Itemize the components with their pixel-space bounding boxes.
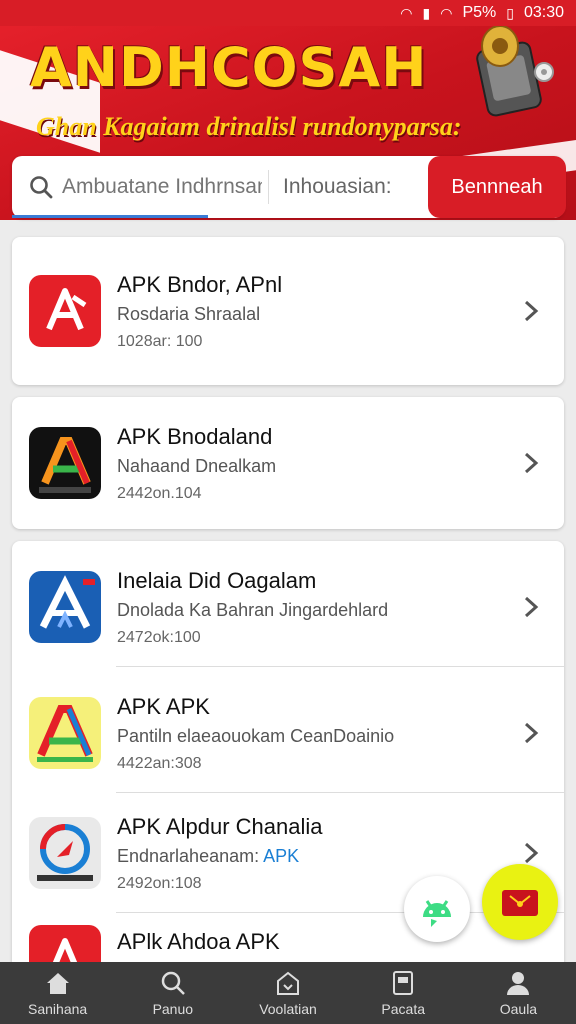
status-bar: ◠ ▮ ◠ P5% ▯ 03:30	[0, 0, 576, 26]
search-icon	[28, 174, 54, 200]
app-meta: 1028ar: 100	[117, 332, 203, 350]
app-description: Endnarlaheanam: APK	[117, 846, 522, 867]
chevron-right-icon	[524, 842, 539, 864]
app-list-item[interactable]: APK APK Pantiln elaeaouokam CeanDoainio …	[12, 673, 564, 793]
search-icon	[161, 971, 185, 995]
android-fab-button[interactable]	[404, 876, 470, 942]
search-underline	[12, 215, 208, 218]
nav-label: Panuo	[152, 1001, 194, 1017]
nav-item-profile[interactable]: Oaula	[461, 962, 576, 1024]
profile-icon	[507, 972, 530, 995]
app-card: APK Bnodaland Nahaand Dnealkam 2442on.10…	[12, 397, 564, 529]
signal-icon: ▮	[422, 4, 431, 21]
app-name: APK Alpdur Chanalia	[117, 813, 323, 839]
nav-label: Sanihana	[28, 1001, 88, 1017]
app-meta: 4422an:308	[117, 754, 202, 772]
search-button[interactable]: Bennneah	[428, 156, 566, 218]
android-icon	[423, 900, 451, 927]
search-filter[interactable]: Inhouasian:	[283, 175, 403, 199]
brand-subtitle: Ghan Kagaiam drinalisl rundonyparsa:	[36, 112, 462, 141]
app-description-text: Endnarlaheanam:	[117, 845, 264, 866]
app-list-item[interactable]: APK Bnodaland Nahaand Dnealkam 2442on.10…	[12, 403, 564, 523]
home-icon	[46, 973, 69, 994]
battery-icon: ▯	[506, 4, 514, 21]
mascot-icon	[476, 25, 554, 117]
app-name: Inelaia Did Oagalam	[117, 567, 317, 593]
battery-level: P5%	[462, 4, 497, 21]
app-list-item[interactable]: APK Bndor, APnl Rosdaria Shraalal 1028ar…	[12, 251, 564, 371]
compass-icon	[29, 817, 101, 889]
colorful-a-icon	[29, 427, 101, 499]
app-description: Nahaand Dnealkam	[117, 455, 277, 476]
app-meta: 2472ok:100	[117, 628, 201, 646]
gift-icon	[502, 890, 538, 916]
nav-label: Oaula	[499, 1001, 538, 1017]
clock: 03:30	[523, 4, 564, 21]
blue-a-icon	[29, 571, 101, 643]
chevron-right-icon	[524, 722, 539, 744]
app-name: APK Bndor, APnl	[117, 271, 283, 297]
app-name: APK Bnodaland	[117, 423, 273, 449]
gift-fab-button[interactable]	[482, 864, 558, 940]
wifi-icon: ◠	[400, 4, 413, 21]
nav-item-search[interactable]: Panuo	[115, 962, 230, 1024]
download-icon	[277, 971, 299, 995]
nav-item-home[interactable]: Sanihana	[0, 962, 115, 1024]
app-meta: 2442on.104	[117, 484, 202, 502]
app-description: Pantiln elaeaouokam CeanDoainio	[117, 725, 395, 746]
app-list-card: Inelaia Did Oagalam Dnolada Ka Bahran Ji…	[12, 541, 564, 971]
chevron-right-icon	[524, 452, 539, 474]
app-description-link[interactable]: APK	[263, 846, 299, 866]
app-name: APK APK	[117, 693, 210, 719]
chevron-right-icon	[524, 300, 539, 322]
nav-item-download[interactable]: Voolatian	[230, 962, 345, 1024]
document-icon	[393, 971, 414, 995]
app-card: APK Bndor, APnl Rosdaria Shraalal 1028ar…	[12, 237, 564, 385]
red-a-icon	[29, 275, 101, 347]
chevron-right-icon	[524, 596, 539, 618]
divider	[268, 170, 269, 204]
app-list-item[interactable]: Inelaia Did Oagalam Dnolada Ka Bahran Ji…	[12, 547, 564, 667]
search-bar: Inhouasian: Bennneah	[12, 156, 566, 218]
nav-item-documents[interactable]: Pacata	[346, 962, 461, 1024]
search-input[interactable]	[62, 175, 262, 199]
brand-title: ANDHCOSAH	[30, 36, 428, 99]
wifi-icon: ◠	[440, 4, 453, 21]
app-description: Rosdaria Shraalal	[117, 303, 261, 324]
nav-label: Pacata	[381, 1001, 425, 1017]
nav-label: Voolatian	[259, 1001, 317, 1017]
divider	[116, 666, 564, 667]
bottom-navigation: Sanihana Panuo Voolatian Pacata Oaula	[0, 962, 576, 1024]
rainbow-a-icon	[29, 697, 101, 769]
app-description: Dnolada Ka Bahran Jingardehlard	[117, 599, 389, 620]
app-list-item[interactable]: APK Alpdur Chanalia Endnarlaheanam: APK …	[12, 793, 564, 913]
